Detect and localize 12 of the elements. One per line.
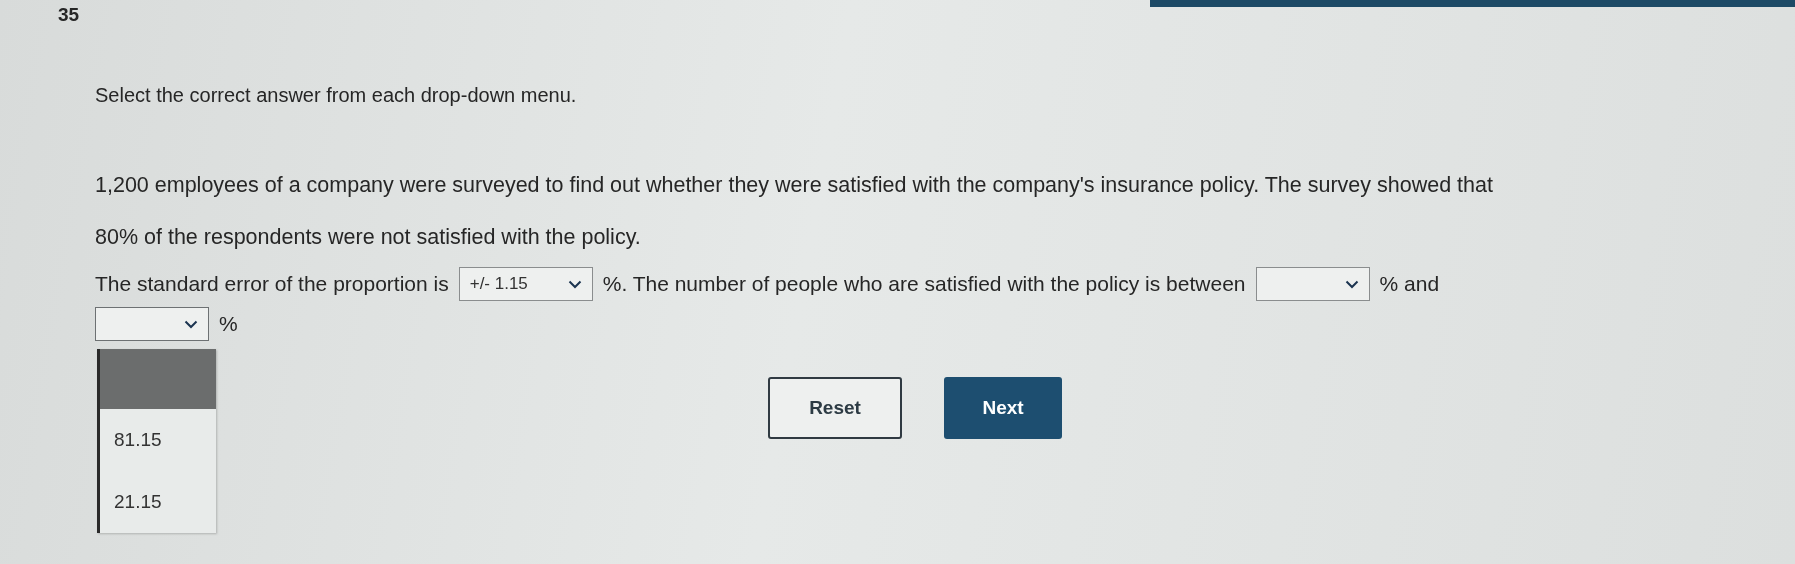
next-button[interactable]: Next [944,377,1062,439]
question-number: 35 [58,4,80,26]
sentence-text: % and [1379,272,1440,296]
answer-dropdown[interactable]: +/- 1.15 [458,267,593,301]
reset-button[interactable]: Reset [768,377,902,439]
instruction-text: Select the correct answer from each drop-down menu. [95,84,578,107]
sentence-text: % [219,312,238,336]
dropdown-option[interactable]: 81.15 [100,409,216,471]
problem-text: 1,200 employees of a company were surveyed to find out whether they were satisfied with the company's insurance policy. The survey showed that 80% of the respondents were not satisfied with the policy. [95,172,1494,251]
dropdown-option[interactable]: 21.15 [100,471,216,533]
sentence-text: The standard error of the proportion is [95,272,449,296]
sentence-text: %. The number of people who are satisfied with the policy is between [602,272,1246,296]
